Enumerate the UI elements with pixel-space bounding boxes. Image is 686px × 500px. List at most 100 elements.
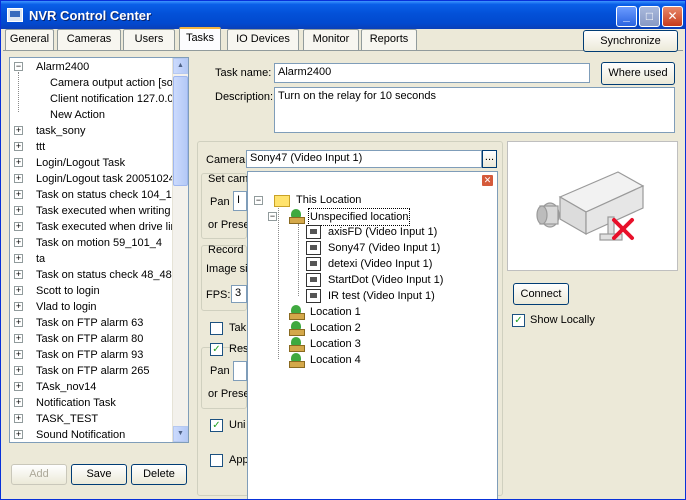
expand-icon[interactable]: + (14, 302, 23, 311)
expand-icon[interactable]: + (14, 366, 23, 375)
tab-reports[interactable]: Reports (361, 29, 417, 50)
tree-item-unspecified-location[interactable]: − Unspecified location (268, 208, 468, 226)
expand-icon[interactable]: + (14, 286, 23, 295)
uni-checkbox[interactable]: ✓ (210, 419, 223, 432)
expand-icon[interactable]: + (14, 254, 23, 263)
expand-icon[interactable]: + (14, 398, 23, 407)
synchronize-button[interactable]: Synchronize (583, 30, 678, 52)
scroll-thumb[interactable] (173, 76, 188, 186)
tree-scrollbar[interactable]: ▲ ▼ (172, 58, 188, 442)
tree-item[interactable]: + Notification Task (14, 395, 174, 411)
collapse-icon[interactable]: − (254, 196, 263, 205)
task-name-input[interactable]: Alarm2400 (274, 63, 590, 83)
expand-icon[interactable]: + (14, 414, 23, 423)
close-button[interactable]: ✕ (662, 6, 683, 27)
collapse-icon[interactable]: − (14, 62, 23, 71)
expand-icon[interactable]: + (14, 206, 23, 215)
restore-checkbox[interactable]: ✓ (210, 343, 223, 356)
camera-browse-button[interactable]: ... (482, 150, 497, 168)
expand-icon[interactable]: + (14, 158, 23, 167)
expand-icon[interactable]: + (14, 174, 23, 183)
tab-general[interactable]: General (5, 29, 54, 50)
tree-item-this-location[interactable]: − This Location (254, 192, 454, 208)
tree-item-location[interactable]: Location 1 (288, 304, 468, 320)
tree-item[interactable]: + Task on status check 48_48 (14, 267, 174, 283)
tree-item-camera[interactable]: detexi (Video Input 1) (306, 256, 486, 272)
tab-io-devices[interactable]: IO Devices (227, 29, 299, 50)
scroll-down-icon[interactable]: ▼ (173, 426, 188, 442)
tree-item[interactable]: + Task executed when drive lim (14, 219, 174, 235)
tree-item[interactable]: + TASK_TEST (14, 411, 174, 427)
expand-icon[interactable]: + (14, 430, 23, 439)
tree-item[interactable]: + Task on FTP alarm 80 (14, 331, 174, 347)
tree-item-location[interactable]: Location 3 (288, 336, 468, 352)
tree-item[interactable]: + Task on FTP alarm 265 (14, 363, 174, 379)
expand-icon[interactable]: + (14, 350, 23, 359)
expand-icon[interactable]: + (14, 222, 23, 231)
fps-input[interactable]: 3 (231, 285, 247, 303)
task-tree[interactable]: − Alarm2400 Camera output action [sor Cl… (9, 57, 189, 443)
add-button[interactable]: Add (11, 464, 67, 485)
tab-tasks[interactable]: Tasks (179, 27, 221, 51)
tree-item[interactable]: + Task on status check 104_10 (14, 187, 174, 203)
expand-icon[interactable]: + (14, 190, 23, 199)
expand-icon[interactable]: + (14, 334, 23, 343)
tree-item[interactable]: + Login/Logout Task (14, 155, 174, 171)
description-input[interactable]: Turn on the relay for 10 seconds (274, 87, 675, 133)
tree-item[interactable]: + Scott to login (14, 283, 174, 299)
collapse-icon[interactable]: − (268, 212, 277, 221)
expand-icon[interactable]: + (14, 126, 23, 135)
tree-item[interactable]: + Task on FTP alarm 63 (14, 315, 174, 331)
tree-item-camera[interactable]: StartDot (Video Input 1) (306, 272, 486, 288)
tree-item[interactable]: + task_sony (14, 123, 174, 139)
tab-cameras[interactable]: Cameras (57, 29, 121, 50)
title-bar[interactable]: NVR Control Center _ □ ✕ (1, 1, 685, 29)
tree-item[interactable]: + TAsk_nov14 (14, 379, 174, 395)
pan2-input[interactable] (233, 361, 247, 381)
tree-item-camera[interactable]: axisFD (Video Input 1) (306, 224, 486, 240)
camera-picker-popup[interactable]: ✕ − This Location − Unspecified location… (247, 171, 498, 499)
tree-item[interactable]: + Task executed when writing e (14, 203, 174, 219)
tree-item[interactable]: + Sound Notification (14, 427, 174, 442)
save-button[interactable]: Save (71, 464, 127, 485)
tree-connector (298, 224, 299, 296)
show-locally-label: Show Locally (530, 314, 595, 326)
app-checkbox[interactable] (210, 454, 223, 467)
tree-item-location[interactable]: Location 2 (288, 320, 468, 336)
minimize-button[interactable]: _ (616, 6, 637, 27)
connect-button[interactable]: Connect (513, 283, 569, 305)
maximize-button[interactable]: □ (639, 6, 660, 27)
pan-input[interactable]: I (233, 191, 247, 211)
expand-icon[interactable]: + (14, 318, 23, 327)
tree-item-camera[interactable]: IR test (Video Input 1) (306, 288, 486, 304)
tree-item[interactable]: + Vlad to login (14, 299, 174, 315)
take-snapshot-checkbox[interactable] (210, 322, 223, 335)
tree-item[interactable]: + Login/Logout task 200510241 (14, 171, 174, 187)
app-icon (7, 8, 23, 22)
description-label: Description: (215, 91, 274, 103)
tree-item-camera[interactable]: Sony47 (Video Input 1) (306, 240, 486, 256)
tree-item[interactable]: + Task on motion 59_101_4 (14, 235, 174, 251)
where-used-button[interactable]: Where used (601, 62, 675, 85)
tree-item[interactable]: + ta (14, 251, 174, 267)
tree-item[interactable]: New Action (50, 107, 174, 123)
expand-icon[interactable]: + (14, 382, 23, 391)
expand-icon[interactable]: + (14, 238, 23, 247)
tree-item[interactable]: Camera output action [sor (50, 75, 174, 91)
tab-monitor[interactable]: Monitor (303, 29, 359, 50)
tree-item-location[interactable]: Location 4 (288, 352, 468, 368)
scroll-up-icon[interactable]: ▲ (173, 58, 188, 74)
record-label: Record (208, 244, 244, 256)
tab-users[interactable]: Users (123, 29, 175, 50)
tree-item[interactable]: Client notification 127.0.0. (50, 91, 174, 107)
delete-button[interactable]: Delete (131, 464, 187, 485)
tree-item[interactable]: − Alarm2400 (14, 59, 174, 75)
popup-close-icon[interactable]: ✕ (481, 174, 494, 187)
app-label: App (229, 454, 249, 466)
tree-item[interactable]: + ttt (14, 139, 174, 155)
expand-icon[interactable]: + (14, 270, 23, 279)
show-locally-checkbox[interactable]: ✓ (512, 314, 525, 327)
tree-item[interactable]: + Task on FTP alarm 93 (14, 347, 174, 363)
expand-icon[interactable]: + (14, 142, 23, 151)
camera-field[interactable]: Sony47 (Video Input 1) (246, 150, 482, 168)
